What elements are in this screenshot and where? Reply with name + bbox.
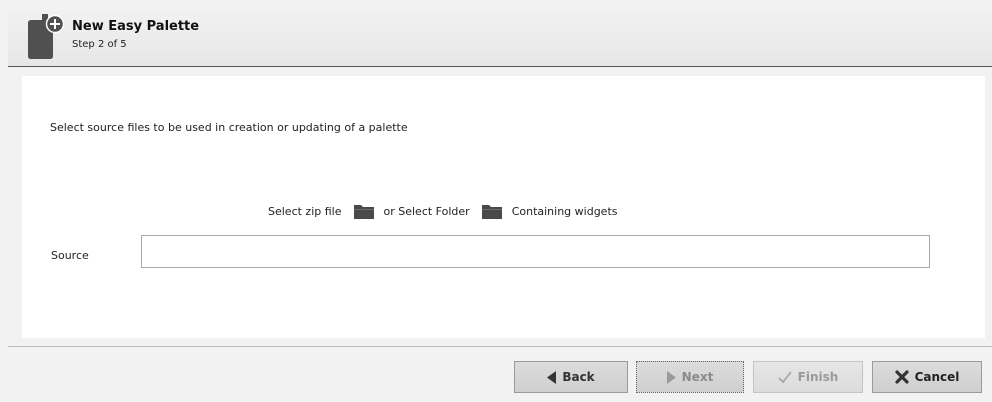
finish-button-label: Finish — [797, 370, 839, 384]
containing-widgets-label: Containing widgets — [511, 204, 618, 218]
back-button[interactable]: Back — [514, 361, 628, 393]
cancel-button[interactable]: Cancel — [872, 361, 982, 393]
source-select-row: Select zip file or Select Folder Contain… — [268, 203, 618, 219]
select-zip-folder-icon[interactable] — [353, 203, 374, 219]
wizard-step-indicator: Step 2 of 5 — [72, 39, 127, 50]
source-input[interactable] — [141, 235, 930, 268]
wizard-title: New Easy Palette — [72, 19, 200, 34]
finish-button[interactable]: Finish — [753, 361, 863, 393]
source-label: Source — [51, 249, 89, 262]
next-button-label: Next — [681, 370, 714, 384]
back-button-label: Back — [562, 370, 595, 384]
select-zip-label: Select zip file — [268, 204, 342, 218]
select-folder-label: or Select Folder — [383, 204, 470, 218]
new-easy-palette-wizard: New Easy Palette Step 2 of 5 Select sour… — [0, 0, 992, 402]
next-button[interactable]: Next — [636, 361, 744, 393]
palette-add-icon — [28, 14, 65, 59]
instructions-text: Select source files to be used in creati… — [50, 121, 408, 134]
wizard-content-panel: Select source files to be used in creati… — [22, 76, 985, 338]
select-folder-icon[interactable] — [481, 203, 502, 219]
checkmark-icon — [778, 370, 792, 383]
footer-divider — [8, 346, 992, 347]
close-x-icon — [894, 370, 909, 384]
arrow-right-icon — [666, 370, 676, 384]
arrow-left-icon — [547, 370, 557, 384]
cancel-button-label: Cancel — [914, 370, 960, 384]
wizard-header: New Easy Palette Step 2 of 5 — [8, 8, 992, 67]
